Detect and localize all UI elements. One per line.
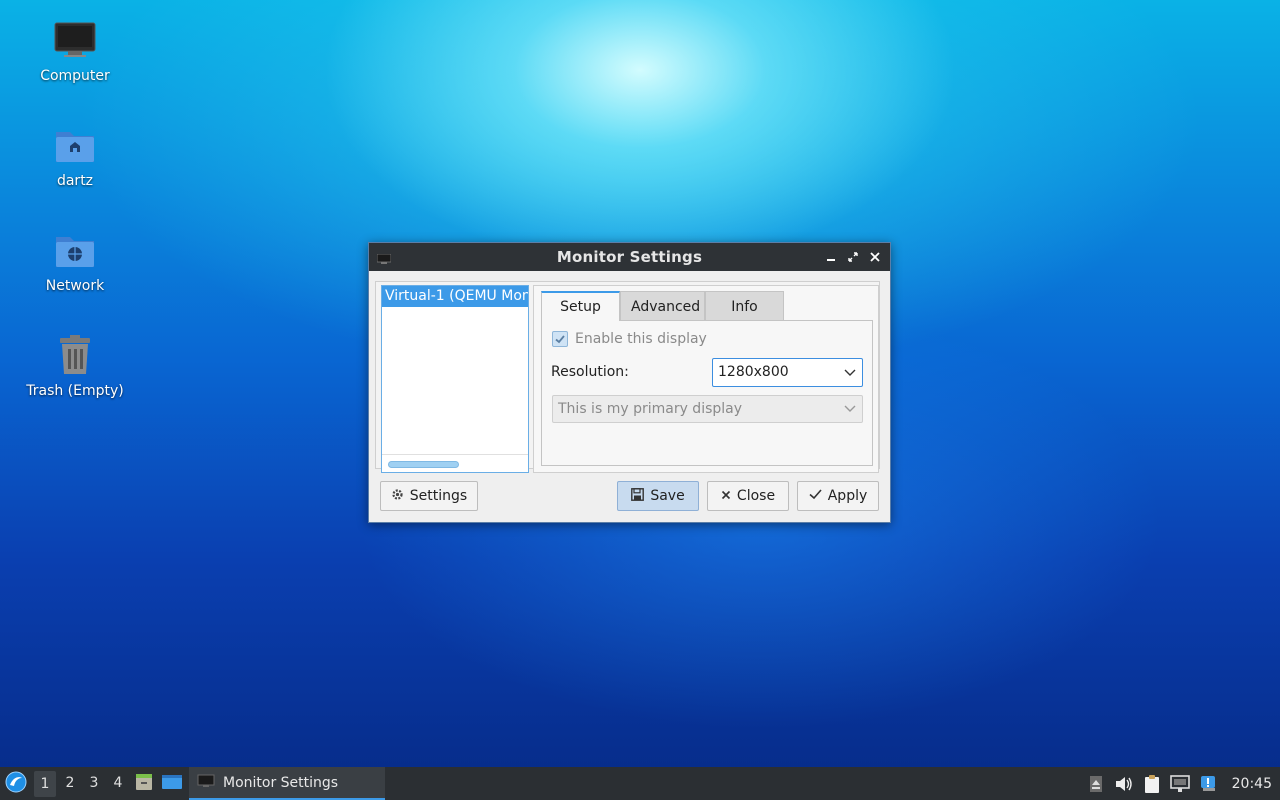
minimize-icon[interactable] [822,247,840,267]
lubuntu-logo-icon [5,771,27,797]
enable-display-checkbox[interactable] [552,331,568,347]
file-manager-launcher[interactable] [130,767,158,800]
primary-display-value: This is my primary display [558,401,743,417]
desktop-icon-label: Network [45,278,105,294]
desktop-icon-computer[interactable]: Computer [20,16,130,84]
close-button-label: Close [736,488,776,504]
primary-display-dropdown[interactable]: This is my primary display [552,395,863,423]
setup-panel: Enable this display Resolution: 1280x800… [541,320,873,466]
gear-icon [391,488,404,505]
volume-icon[interactable] [1110,767,1138,800]
apply-button-label: Apply [827,488,868,504]
taskbar-task-monitor-settings[interactable]: Monitor Settings [189,767,385,800]
resolution-value: 1280x800 [718,364,789,380]
desktop-icon-home[interactable]: dartz [20,121,130,189]
settings-button[interactable]: Settings [380,481,478,511]
tab-advanced[interactable]: Advanced [620,291,705,321]
close-icon[interactable] [866,247,884,267]
taskbar: 1 2 3 4 Monitor Settings 20:45 [0,767,1280,800]
tab-setup[interactable]: Setup [541,291,620,321]
monitor-app-icon [376,252,392,264]
save-button-label: Save [650,488,685,504]
chevron-down-icon [844,396,856,431]
desktop-icon-trash[interactable]: Trash (Empty) [20,331,130,399]
monitor-list[interactable]: Virtual-1 (QEMU Mon [381,285,529,473]
workspace-3[interactable]: 3 [82,767,106,800]
resolution-dropdown[interactable]: 1280x800 [712,358,863,387]
close-x-icon [721,488,731,504]
network-connection-icon[interactable] [1166,767,1194,800]
tab-info[interactable]: Info [705,291,784,321]
clock[interactable]: 20:45 [1222,776,1280,792]
monitor-details-pane: Setup Advanced Info Enable this display … [533,285,879,473]
desktop-icon-label: Trash (Empty) [26,383,124,399]
checkmark-icon [809,488,822,504]
start-menu-button[interactable] [0,767,32,800]
desktop-icon-label: dartz [56,173,94,189]
monitor-list-item[interactable]: Virtual-1 (QEMU Mon [382,286,528,307]
workspace-2[interactable]: 2 [58,767,82,800]
tab-bar: Setup Advanced Info [541,291,784,321]
floppy-icon [631,487,645,505]
eject-icon[interactable] [1082,767,1110,800]
monitor-list-scrollbar[interactable] [382,454,528,472]
maximize-icon[interactable] [844,247,862,267]
checkmark-icon [555,335,565,344]
update-notifier-icon[interactable] [1194,767,1222,800]
chevron-down-icon [844,359,856,396]
settings-button-label: Settings [409,488,468,504]
monitor-app-icon [197,774,215,792]
window-titlebar[interactable]: Monitor Settings [369,243,890,271]
desktop-icon [161,773,183,795]
enable-display-row: Enable this display [552,331,707,347]
close-button[interactable]: Close [707,481,789,511]
desktop-icon-network[interactable]: Network [20,226,130,294]
system-tray: 20:45 [1082,767,1280,800]
task-label: Monitor Settings [223,774,339,791]
trash-icon [51,331,99,379]
desktop-icon-label: Computer [40,68,110,84]
monitor-settings-window: Monitor Settings Virtual-1 (QEMU Mon Set… [368,242,891,523]
show-desktop-launcher[interactable] [158,767,186,800]
workspace-1[interactable]: 1 [34,770,56,797]
resolution-label: Resolution: [551,364,629,380]
workspace-4[interactable]: 4 [106,767,130,800]
settings-frame: Virtual-1 (QEMU Mon Setup Advanced Info … [375,281,880,473]
apply-button[interactable]: Apply [797,481,879,511]
window-title: Monitor Settings [556,248,703,266]
save-button[interactable]: Save [617,481,699,511]
scrollbar-thumb[interactable] [388,461,459,468]
network-folder-icon [51,226,99,274]
home-folder-icon [51,121,99,169]
computer-icon [51,16,99,64]
file-cabinet-icon [134,772,154,796]
enable-display-label: Enable this display [575,331,707,347]
clipboard-icon[interactable] [1138,767,1166,800]
